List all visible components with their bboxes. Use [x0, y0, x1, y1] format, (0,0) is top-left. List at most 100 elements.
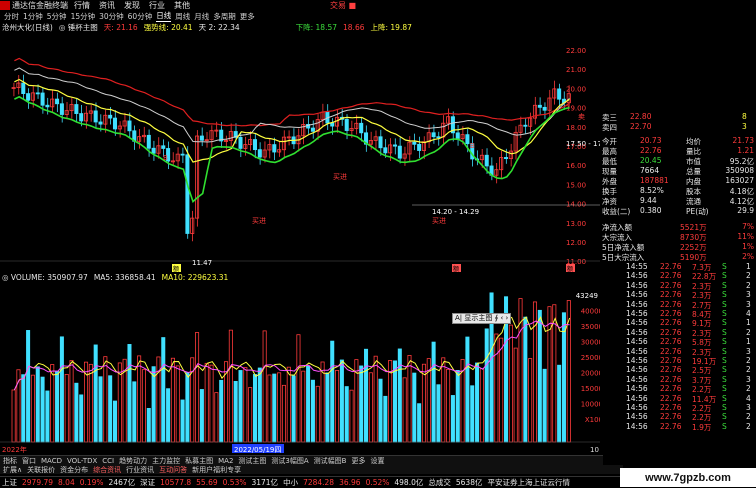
tick-row: 14:56 22.76 2.2万 S 2 — [626, 384, 751, 395]
tab-extend[interactable]: 扩展∧ — [3, 465, 22, 475]
indicator-down: 下降: 18.57 — [295, 22, 338, 32]
tick-row: 14:56 22.76 2.5万 S 2 — [626, 365, 751, 376]
kline-chart[interactable]: 22.0021.0020.0019.0018.0017.0016.0015.00… — [0, 33, 600, 273]
tab-test-b[interactable]: 测试幅图B — [314, 456, 347, 466]
tab-test[interactable]: 测试主图 — [238, 456, 266, 466]
candle — [484, 154, 489, 167]
tick-row: 14:56 22.76 19.1万 S 2 — [626, 356, 751, 366]
volume-bar — [431, 341, 436, 443]
tick-row: 14:56 22.76 22.8万 S 2 — [626, 271, 751, 282]
menu-item[interactable]: 发现 — [124, 0, 140, 11]
volume-bar — [475, 362, 480, 443]
volume-bar — [547, 306, 552, 443]
volume-bar — [291, 375, 296, 443]
formula-name[interactable]: ◎ 锤杯主图 — [59, 22, 98, 33]
volume-chart[interactable]: 43249 40000 35000 30000 25000 20000 15000 10000… — [0, 282, 600, 454]
tab-vol[interactable]: VOL-TDX — [67, 457, 97, 465]
volume-bar — [50, 364, 55, 443]
volume-bar — [397, 348, 402, 443]
candle — [455, 132, 460, 139]
ask-row: 卖三 22.80 8 — [602, 112, 747, 122]
tab-qa[interactable]: 互动问答 — [159, 465, 187, 475]
volume-bar — [441, 357, 446, 443]
sh-label[interactable]: 上证 — [2, 477, 17, 488]
tab-fund[interactable]: 资金分布 — [60, 465, 88, 475]
volume-bar — [508, 324, 513, 443]
tab-cci[interactable]: CCI — [102, 457, 114, 465]
volume-bar — [286, 366, 291, 443]
ask-row: 卖四 22.70 3 — [602, 122, 747, 132]
volume-bar — [170, 357, 175, 443]
tab-ma2[interactable]: MA2 — [218, 457, 233, 465]
menu-item[interactable]: 行情 — [74, 0, 90, 11]
date-axis-right: 10 — [590, 446, 599, 454]
tab-macd[interactable]: MACD — [41, 457, 62, 465]
sz-label[interactable]: 深证 — [140, 477, 155, 488]
volume-bar — [257, 367, 262, 443]
candle — [465, 134, 470, 145]
volume-bar — [339, 359, 344, 443]
volume-bar — [209, 364, 214, 443]
volume-tick: 10000 — [581, 401, 600, 409]
volume-bar — [30, 374, 35, 443]
volume-bar — [146, 407, 151, 443]
candle — [359, 122, 364, 134]
volume-bar — [69, 360, 74, 443]
period-tab[interactable]: 15分钟 — [71, 11, 96, 22]
volume-tooltip[interactable]: A| 显示主图 ∮ ‹ › — [452, 313, 512, 324]
volume-bar — [320, 361, 325, 443]
indicator-header: 沧州大化(日线) ◎ 锤杯主图 天: 21.16 强势线: 20.41 天 2:… — [0, 22, 602, 32]
quote-row: 今开 20.73 均价 21.73 — [602, 136, 754, 146]
candle — [537, 104, 542, 108]
period-tab[interactable]: 分时 — [4, 11, 19, 22]
volume-bar — [59, 336, 64, 443]
flow-row: 净流入额 5521万 7% — [602, 222, 754, 232]
period-tab-daily[interactable]: 日线 — [156, 10, 172, 22]
trade-button[interactable]: 交易 ■ — [330, 0, 356, 11]
volume-bar — [532, 301, 538, 443]
volume-bar — [11, 389, 16, 443]
volume-bar — [344, 386, 349, 443]
volume-bar — [296, 334, 301, 443]
period-tab[interactable]: 多周期 — [213, 11, 236, 22]
range-label-2: 17.50 - 17 — [566, 140, 600, 148]
volume-tick: 35000 — [581, 323, 600, 331]
tab-news[interactable]: 综合资讯 — [93, 465, 121, 475]
tab-more[interactable]: 更多 — [351, 456, 365, 466]
period-tab[interactable]: 月线 — [194, 11, 209, 22]
total-amount: 5638亿 — [455, 478, 483, 487]
volume-tick: 20000 — [581, 370, 600, 378]
menu-item[interactable]: 其他 — [174, 0, 190, 11]
volume-bar — [499, 337, 504, 443]
period-tab[interactable]: 5分钟 — [47, 11, 67, 22]
tab-test-a[interactable]: 测试3幅图A — [271, 456, 308, 466]
period-tab[interactable]: 30分钟 — [99, 11, 124, 22]
sz-value: 10577.8 — [160, 478, 192, 487]
candle — [180, 153, 185, 156]
volume-bar — [175, 365, 180, 443]
signal-label: 额 — [453, 265, 459, 273]
volume-bar — [272, 373, 277, 443]
menu-item[interactable]: 资讯 — [99, 0, 115, 11]
tab-welfare[interactable]: 新用户福利专享 — [192, 465, 241, 475]
zx-amount: 498.0亿 — [394, 478, 424, 487]
period-tab-more[interactable]: 更多 — [240, 11, 255, 22]
tick-row: 14:56 22.76 2.3万 S 3 — [626, 346, 751, 357]
tab-industry[interactable]: 行业资讯 — [126, 465, 154, 475]
sz-pct: 0.53% — [222, 478, 247, 487]
volume-value[interactable]: ◎ VOLUME: 350907.97 — [2, 273, 88, 282]
volume-bar — [141, 369, 146, 443]
period-tab[interactable]: 1分钟 — [23, 11, 43, 22]
candle — [40, 92, 45, 106]
sz-change: 55.69 — [196, 478, 218, 487]
tab-related[interactable]: 关联报价 — [27, 465, 55, 475]
price-tick: 15.00 — [566, 181, 586, 189]
flow-row: 5日净流入额 2252万 1% — [602, 242, 754, 252]
volume-bar — [412, 372, 417, 443]
zx-label[interactable]: 中小 — [283, 477, 298, 488]
ticker-text: 平安证券上海上证云行情 — [487, 478, 570, 487]
period-tab[interactable]: 60分钟 — [128, 11, 153, 22]
tab-settings[interactable]: 设置 — [370, 456, 384, 466]
candle — [412, 141, 417, 145]
period-tab[interactable]: 周线 — [175, 11, 190, 22]
